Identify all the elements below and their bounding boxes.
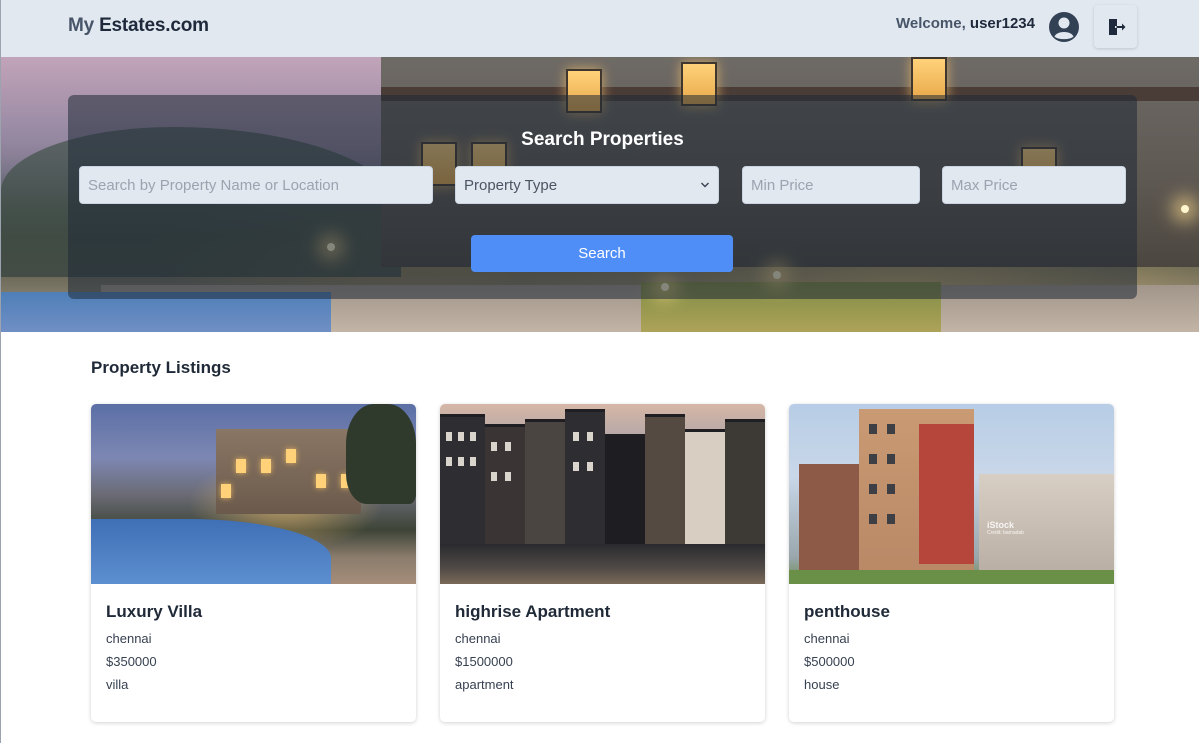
property-image[interactable] [440,404,765,584]
property-location: chennai [106,631,152,646]
property-card[interactable]: highrise Apartment chennai $1500000 apar… [440,404,765,722]
search-panel: Search Properties Property Type Search [68,95,1137,299]
apartment-building [685,429,725,544]
apartment-window [458,432,464,441]
apartment-window [505,442,511,451]
apartment-building [440,414,485,544]
penthouse-window [869,454,877,464]
apartment-window [446,457,452,466]
apartment-window [458,457,464,466]
apartment-window [573,432,579,441]
watermark-brand: iStock [987,520,1015,530]
apartment-window [573,462,579,471]
max-price-input[interactable] [942,166,1126,204]
chevron-down-icon [701,182,709,188]
penthouse-window [869,424,877,434]
property-type: house [804,677,840,692]
penthouse-building [799,464,859,574]
user-avatar-icon[interactable] [1048,11,1080,43]
site-logo[interactable]: My Estates.com [68,15,209,37]
villa-tree [346,404,416,504]
apartment-building [525,419,565,544]
property-location: chennai [804,631,850,646]
logo-main: Estates.com [94,15,209,36]
property-type-value: Property Type [464,176,558,194]
card-body: highrise Apartment chennai $1500000 apar… [440,584,765,718]
card-body: Luxury Villa chennai $350000 villa [91,584,416,718]
villa-window [261,459,271,473]
search-query-input[interactable] [79,166,433,204]
penthouse-window [887,514,895,524]
listings-heading: Property Listings [91,358,231,377]
property-location: chennai [455,631,501,646]
apartment-window [470,432,476,441]
penthouse-window [887,424,895,434]
property-price: $1500000 [455,654,513,669]
page: My Estates.com Welcome, user1234 Search … [0,0,1199,743]
property-type-select[interactable]: Property Type [455,166,719,204]
penthouse-window [887,484,895,494]
apartment-building [565,409,605,544]
villa-building [216,429,361,514]
apartment-window [470,457,476,466]
apartment-window [587,462,593,471]
logout-icon [1108,18,1125,35]
logout-button[interactable] [1094,5,1137,48]
apartment-window [587,432,593,441]
apartment-building [605,434,645,544]
villa-window [221,484,231,498]
logo-prefix: My [68,15,94,36]
property-card[interactable]: Luxury Villa chennai $350000 villa [91,404,416,722]
villa-pool [91,519,331,584]
villa-window [316,474,326,488]
search-button[interactable]: Search [471,235,733,272]
property-name[interactable]: highrise Apartment [455,602,750,622]
hero-banner: Search Properties Property Type Search [1,57,1199,332]
apartment-building [485,424,525,544]
apartment-building [725,419,765,544]
card-body: penthouse chennai $500000 house [789,584,1114,718]
property-price: $500000 [804,654,855,669]
penthouse-window [869,484,877,494]
apartment-window [491,472,497,481]
villa-window [286,449,296,463]
apartment-window [505,472,511,481]
property-type: villa [106,677,129,692]
property-image[interactable]: iStock Credit: bamadab [789,404,1114,584]
welcome-message: Welcome, user1234 [896,15,1035,32]
penthouse-window [887,454,895,464]
watermark-credit: Credit: bamadab [987,530,1024,536]
welcome-prefix: Welcome, [896,15,970,32]
search-title: Search Properties [521,129,684,150]
apartment-window [491,442,497,451]
property-image[interactable] [91,404,416,584]
property-name[interactable]: penthouse [804,602,1099,622]
penthouse-lawn [789,570,1114,584]
apartment-building [645,414,685,544]
penthouse-window [869,514,877,524]
hero-lamp [1181,205,1189,213]
top-navbar: My Estates.com Welcome, user1234 [1,0,1199,57]
villa-window [236,459,246,473]
penthouse-balconies [919,424,974,564]
property-type: apartment [455,677,514,692]
image-watermark: iStock Credit: bamadab [987,520,1024,536]
canal-water [440,544,765,584]
min-price-input[interactable] [742,166,920,204]
property-name[interactable]: Luxury Villa [106,602,401,622]
username: user1234 [969,15,1035,32]
property-price: $350000 [106,654,157,669]
apartment-window [446,432,452,441]
property-card[interactable]: iStock Credit: bamadab penthouse chennai… [789,404,1114,722]
